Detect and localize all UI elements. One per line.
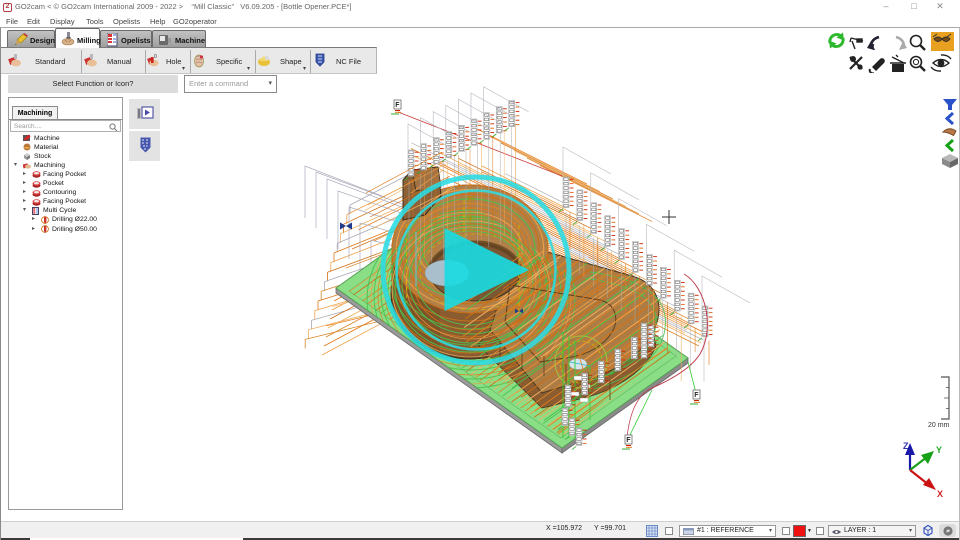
svg-text:F: F [395, 102, 400, 109]
svg-text:49: 49 [464, 214, 472, 223]
svg-text:20 mm: 20 mm [928, 422, 950, 429]
svg-text:Y: Y [936, 445, 942, 455]
svg-text:2?: 2? [594, 343, 602, 350]
svg-text:F: F [626, 437, 631, 444]
svg-text:Z: Z [903, 441, 909, 451]
svg-text:F: F [694, 392, 699, 399]
svg-text:X: X [937, 489, 943, 499]
